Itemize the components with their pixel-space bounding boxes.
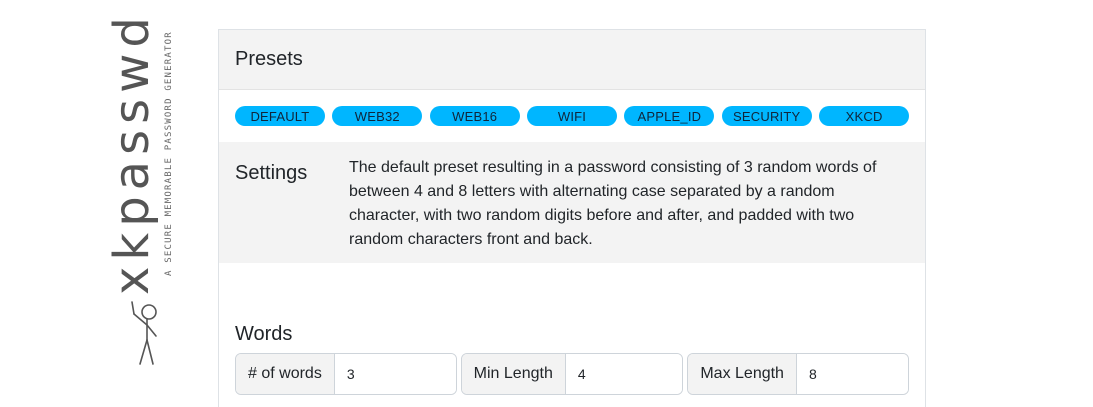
- presets-title: Presets: [235, 48, 303, 70]
- presets-header: Presets: [219, 30, 925, 90]
- words-input-row: # of words Min Length Max Length: [235, 353, 910, 395]
- num-words-group: # of words: [235, 353, 457, 395]
- min-length-group: Min Length: [460, 353, 684, 395]
- settings-panel: Settings The default preset resulting in…: [219, 142, 925, 263]
- words-section: Words # of words Min Length Max Length: [219, 263, 925, 395]
- logo-wordmark: xkpasswd: [104, 11, 160, 295]
- max-length-input[interactable]: [796, 354, 909, 394]
- preset-security-button[interactable]: SECURITY: [721, 106, 812, 126]
- preset-xkcd-button[interactable]: XKCD: [819, 106, 910, 126]
- settings-title: Settings: [235, 162, 308, 184]
- preset-wifi-button[interactable]: WIFI: [527, 106, 617, 126]
- page: xkpasswd A secure memorable password gen…: [0, 0, 1093, 407]
- preset-button-row: DEFAULT WEB32 WEB16 WIFI APPLE_ID SECURI…: [219, 90, 925, 142]
- preset-default-button[interactable]: DEFAULT: [235, 106, 325, 126]
- min-length-label: Min Length: [461, 354, 566, 394]
- max-length-group: Max Length: [687, 353, 910, 395]
- password-generator-card: Presets DEFAULT WEB32 WEB16 WIFI APPLE_I…: [218, 29, 926, 407]
- preset-web16-button[interactable]: WEB16: [429, 106, 520, 126]
- stickman-icon: [131, 301, 157, 365]
- max-length-label: Max Length: [688, 354, 797, 394]
- xkpasswd-logo: xkpasswd A secure memorable password gen…: [100, 10, 190, 380]
- words-title: Words: [235, 323, 293, 345]
- min-length-input[interactable]: [565, 354, 683, 394]
- num-words-input[interactable]: [334, 354, 456, 394]
- preset-web32-button[interactable]: WEB32: [332, 106, 423, 126]
- preset-apple-id-button[interactable]: APPLE_ID: [624, 106, 715, 126]
- preset-description: The default preset resulting in a passwo…: [349, 159, 877, 248]
- logo-tagline: A secure memorable password generator: [164, 31, 174, 276]
- num-words-label: # of words: [236, 354, 335, 394]
